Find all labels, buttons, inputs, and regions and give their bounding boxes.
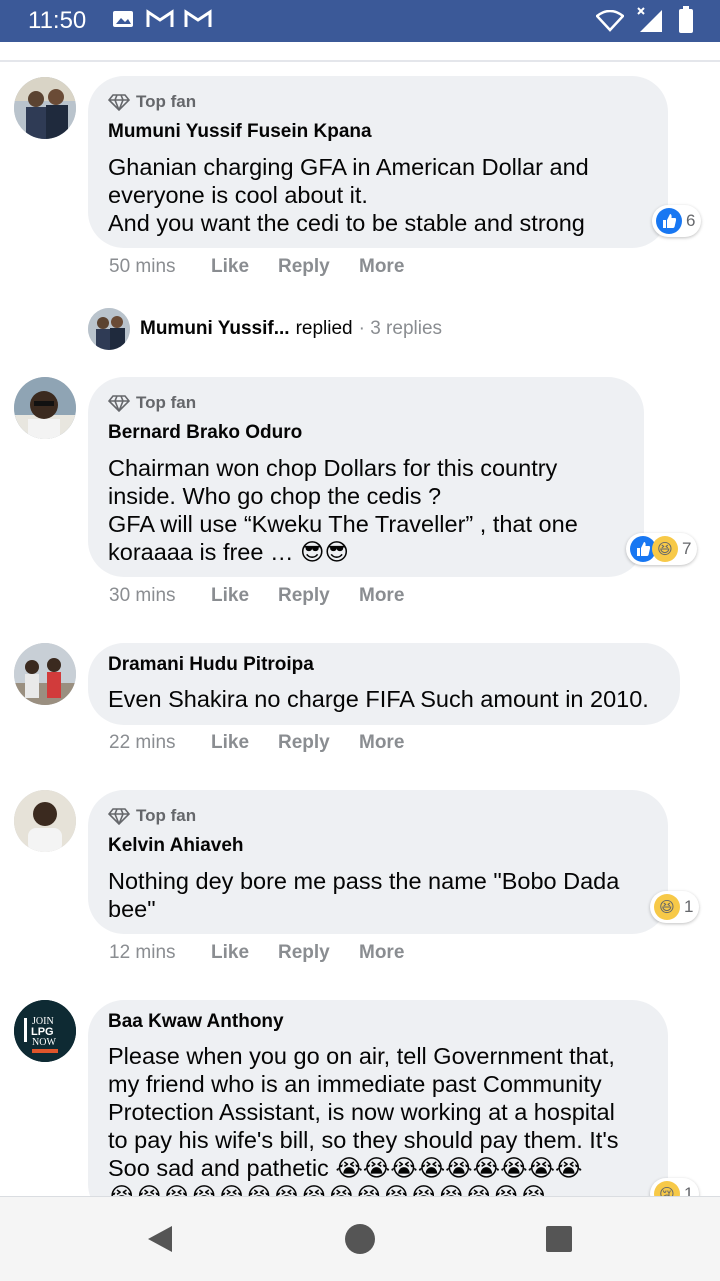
divider [0, 60, 720, 62]
comment-text: Chairman won chop Dollars for this count… [108, 455, 578, 565]
comment-bubble[interactable]: Dramani Hudu Pitroipa Even Shakira no ch… [88, 643, 680, 725]
comment-time: 50 mins [109, 256, 176, 277]
user-photo-icon [88, 308, 130, 350]
comment-time: 30 mins [109, 585, 176, 606]
reply-button[interactable]: Reply [278, 256, 359, 278]
reply-button[interactable]: Reply [278, 942, 359, 964]
reaction-summary[interactable]: 6 [652, 205, 702, 237]
like-button[interactable]: Like [211, 942, 278, 964]
reaction-count: 7 [682, 539, 692, 558]
comment-actions: 30 mins Like Reply More [109, 585, 404, 607]
recents-icon[interactable] [545, 1225, 573, 1253]
haha-reaction-icon: 😆 [654, 894, 680, 920]
comment-text: Nothing dey bore me pass the name "Bobo … [108, 868, 620, 922]
replies-summary[interactable]: Mumuni Yussif... replied · 3 replies [88, 308, 442, 350]
diamond-icon [108, 94, 130, 111]
comment-text: Even Shakira no charge FIFA Such amount … [108, 686, 649, 712]
gallery-icon [113, 11, 133, 27]
comment-bubble[interactable]: Baa Kwaw Anthony Please when you go on a… [88, 1000, 668, 1220]
reply-button[interactable]: Reply [278, 732, 359, 754]
wifi-icon [596, 10, 624, 32]
reaction-summary[interactable]: 😆 7 [626, 533, 698, 565]
top-fan-badge: Top fan [108, 393, 196, 413]
user-photo-icon [14, 77, 76, 139]
reply-verb: replied [295, 318, 353, 339]
comment-text: Please when you go on air, tell Governme… [108, 1043, 619, 1209]
comment-author[interactable]: Mumuni Yussif Fusein Kpana [108, 121, 372, 143]
diamond-icon [108, 808, 130, 825]
cell-signal-icon [637, 7, 662, 32]
reply-button[interactable]: Reply [278, 585, 359, 607]
top-fan-label: Top fan [136, 806, 197, 825]
avatar[interactable] [14, 790, 76, 852]
user-photo-icon [14, 643, 76, 705]
like-button[interactable]: Like [211, 732, 278, 754]
more-button[interactable]: More [359, 256, 404, 278]
reaction-summary[interactable]: 😆 1 [650, 891, 700, 923]
battery-icon [679, 6, 693, 33]
user-photo-icon [14, 377, 76, 439]
comment-time: 22 mins [109, 732, 176, 753]
more-button[interactable]: More [359, 732, 404, 754]
avatar[interactable]: JOIN LPG NOW [14, 1000, 76, 1062]
comment-actions: 12 mins Like Reply More [109, 942, 404, 964]
haha-reaction-icon: 😆 [652, 536, 678, 562]
comment-author[interactable]: Baa Kwaw Anthony [108, 1011, 284, 1033]
like-button[interactable]: Like [211, 585, 278, 607]
reaction-count: 6 [686, 211, 696, 230]
comment-bubble[interactable]: Top fan Bernard Brako Oduro Chairman won… [88, 377, 644, 577]
comment-author[interactable]: Kelvin Ahiaveh [108, 835, 244, 857]
status-time: 11:50 [28, 7, 87, 34]
comment-actions: 50 mins Like Reply More [109, 256, 404, 278]
user-photo-icon [14, 790, 76, 852]
reply-avatar [88, 308, 130, 350]
top-fan-label: Top fan [136, 92, 197, 111]
comment-bubble[interactable]: Top fan Kelvin Ahiaveh Nothing dey bore … [88, 790, 668, 934]
svg-text:NOW: NOW [32, 1037, 56, 1048]
comment-bubble[interactable]: Top fan Mumuni Yussif Fusein Kpana Ghani… [88, 76, 668, 248]
avatar[interactable] [14, 377, 76, 439]
more-button[interactable]: More [359, 585, 404, 607]
avatar[interactable] [14, 77, 76, 139]
top-fan-label: Top fan [136, 393, 197, 412]
reaction-count: 1 [684, 897, 694, 916]
gmail-icon-2 [184, 9, 212, 27]
more-button[interactable]: More [359, 942, 404, 964]
join-lpg-logo: JOIN LPG NOW [14, 1000, 76, 1062]
gmail-icon [146, 9, 174, 27]
comment-author[interactable]: Bernard Brako Oduro [108, 422, 302, 444]
comment-actions: 22 mins Like Reply More [109, 732, 404, 754]
comment-author[interactable]: Dramani Hudu Pitroipa [108, 654, 314, 676]
reply-author: Mumuni Yussif... [140, 318, 290, 339]
reply-count: · 3 replies [358, 318, 443, 339]
top-fan-badge: Top fan [108, 806, 196, 826]
android-nav-bar [0, 1196, 720, 1281]
avatar[interactable] [14, 643, 76, 705]
diamond-icon [108, 395, 130, 412]
like-reaction-icon [656, 208, 682, 234]
home-icon[interactable] [344, 1223, 376, 1255]
back-icon[interactable] [146, 1224, 174, 1254]
comment-time: 12 mins [109, 942, 176, 963]
top-fan-badge: Top fan [108, 92, 196, 112]
comment-text: Ghanian charging GFA in American Dollar … [108, 154, 589, 236]
like-button[interactable]: Like [211, 256, 278, 278]
status-bar: 11:50 [0, 0, 720, 42]
